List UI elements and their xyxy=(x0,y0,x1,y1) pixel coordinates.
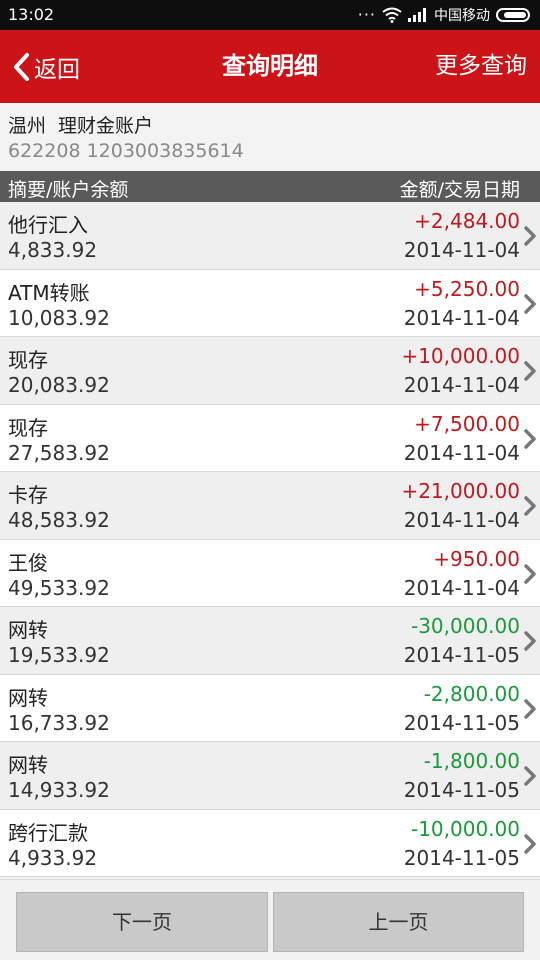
transaction-date: 2014-11-04 xyxy=(403,305,520,330)
transaction-row[interactable]: 王俊 49,533.92 +950.00 2014-11-04 xyxy=(0,539,540,607)
transaction-balance: 20,083.92 xyxy=(8,373,110,397)
chevron-right-icon xyxy=(524,293,536,314)
transaction-date: 2014-11-04 xyxy=(403,373,520,397)
transaction-row[interactable]: 卡存 48,583.92 +21,000.00 2014-11-04 xyxy=(0,472,540,540)
more-query-button[interactable]: 更多查询 xyxy=(435,30,527,103)
transaction-balance: 4,933.92 xyxy=(8,845,98,870)
transaction-date: 2014-11-04 xyxy=(403,440,520,465)
chevron-right-icon xyxy=(524,563,536,584)
transaction-row[interactable]: 现存 20,083.92 +10,000.00 2014-11-04 xyxy=(0,337,540,405)
transaction-balance: 49,533.92 xyxy=(8,575,110,600)
account-city: 温州 xyxy=(8,115,47,137)
transaction-row[interactable]: ATM转账 10,083.92 +5,250.00 2014-11-04 xyxy=(0,269,540,337)
carrier-label: 中国移动 xyxy=(434,8,490,24)
transaction-desc: 网转 xyxy=(8,618,48,642)
wifi-icon xyxy=(382,7,402,23)
transaction-row[interactable]: 跨行汇款 4,933.92 -10,000.00 2014-11-05 xyxy=(0,809,540,877)
transaction-amount: +2,484.00 xyxy=(414,209,520,233)
chevron-right-icon xyxy=(524,631,536,651)
transaction-amount: -2,800.00 xyxy=(423,681,520,706)
transaction-date: 2014-11-04 xyxy=(403,508,520,532)
transaction-date: 2014-11-05 xyxy=(403,643,520,667)
transaction-desc: 卡存 xyxy=(8,483,48,507)
transaction-desc: 网转 xyxy=(8,685,48,710)
account-info: 温州 理财金账户 622208 1203003835614 xyxy=(0,103,540,171)
notification-dots: ··· xyxy=(357,5,376,24)
transaction-row[interactable]: 网转 14,933.92 -1,800.00 2014-11-05 xyxy=(0,742,540,810)
transaction-desc: 跨行汇款 xyxy=(8,820,88,845)
chevron-left-icon xyxy=(14,52,29,81)
transaction-amount: -10,000.00 xyxy=(410,816,520,841)
transaction-desc: 他行汇入 xyxy=(8,213,88,237)
transaction-balance: 4,833.92 xyxy=(8,238,98,262)
transaction-desc: 现存 xyxy=(8,415,48,440)
transaction-desc: 网转 xyxy=(8,753,48,777)
battery-icon xyxy=(496,8,530,22)
transaction-date: 2014-11-04 xyxy=(403,575,520,600)
transaction-amount: +5,250.00 xyxy=(414,276,520,301)
transaction-list: 他行汇入 4,833.92 +2,484.00 2014-11-04 ATM转账… xyxy=(0,202,540,877)
transaction-amount: +10,000.00 xyxy=(401,344,520,368)
chevron-right-icon xyxy=(524,226,536,246)
transaction-desc: 现存 xyxy=(8,348,48,372)
header-amount-date: 金额/交易日期 xyxy=(399,179,520,201)
transaction-amount: -30,000.00 xyxy=(410,614,520,638)
prev-page-button[interactable]: 上一页 xyxy=(273,892,524,952)
chevron-right-icon xyxy=(524,766,536,786)
transaction-row[interactable]: 网转 16,733.92 -2,800.00 2014-11-05 xyxy=(0,674,540,742)
transaction-date: 2014-11-05 xyxy=(403,778,520,802)
status-time: 13:02 xyxy=(8,5,55,24)
transaction-amount: +950.00 xyxy=(433,546,520,571)
transaction-desc: 王俊 xyxy=(8,550,48,575)
transaction-amount: +21,000.00 xyxy=(401,479,520,503)
transaction-amount: +7,500.00 xyxy=(414,411,520,436)
signal-icon xyxy=(408,8,426,22)
status-bar: 13:02 ··· 中国移动 xyxy=(0,0,540,30)
chevron-right-icon xyxy=(524,496,536,516)
transaction-balance: 48,583.92 xyxy=(8,508,110,532)
chevron-right-icon xyxy=(524,428,536,449)
transaction-balance: 10,083.92 xyxy=(8,305,110,330)
transaction-row[interactable]: 网转 19,533.92 -30,000.00 2014-11-05 xyxy=(0,607,540,675)
transaction-balance: 27,583.92 xyxy=(8,440,110,465)
transaction-row[interactable]: 现存 27,583.92 +7,500.00 2014-11-04 xyxy=(0,404,540,472)
next-page-button[interactable]: 下一页 xyxy=(16,892,268,952)
table-header: 摘要/账户余额 金额/交易日期 xyxy=(0,171,540,202)
chevron-right-icon xyxy=(524,833,536,854)
transaction-row[interactable]: 他行汇入 4,833.92 +2,484.00 2014-11-04 xyxy=(0,202,540,270)
account-type: 理财金账户 xyxy=(58,115,154,137)
chevron-right-icon xyxy=(524,698,536,719)
back-button[interactable]: 返回 xyxy=(12,30,80,103)
account-number: 622208 1203003835614 xyxy=(8,140,244,162)
chevron-right-icon xyxy=(524,361,536,381)
pagination-bar: 下一页 上一页 xyxy=(0,879,540,960)
header-summary-balance: 摘要/账户余额 xyxy=(8,179,129,201)
transaction-balance: 16,733.92 xyxy=(8,710,110,735)
transaction-balance: 14,933.92 xyxy=(8,778,110,802)
transaction-amount: -1,800.00 xyxy=(423,749,520,773)
transaction-date: 2014-11-04 xyxy=(403,238,520,262)
nav-bar: 返回 查询明细 更多查询 xyxy=(0,30,540,103)
transaction-date: 2014-11-05 xyxy=(403,845,520,870)
transaction-date: 2014-11-05 xyxy=(403,710,520,735)
transaction-desc: ATM转账 xyxy=(8,280,90,305)
status-right: ··· 中国移动 xyxy=(358,5,530,25)
back-label: 返回 xyxy=(34,56,80,83)
transaction-balance: 19,533.92 xyxy=(8,643,110,667)
account-name: 温州 理财金账户 xyxy=(8,111,153,138)
